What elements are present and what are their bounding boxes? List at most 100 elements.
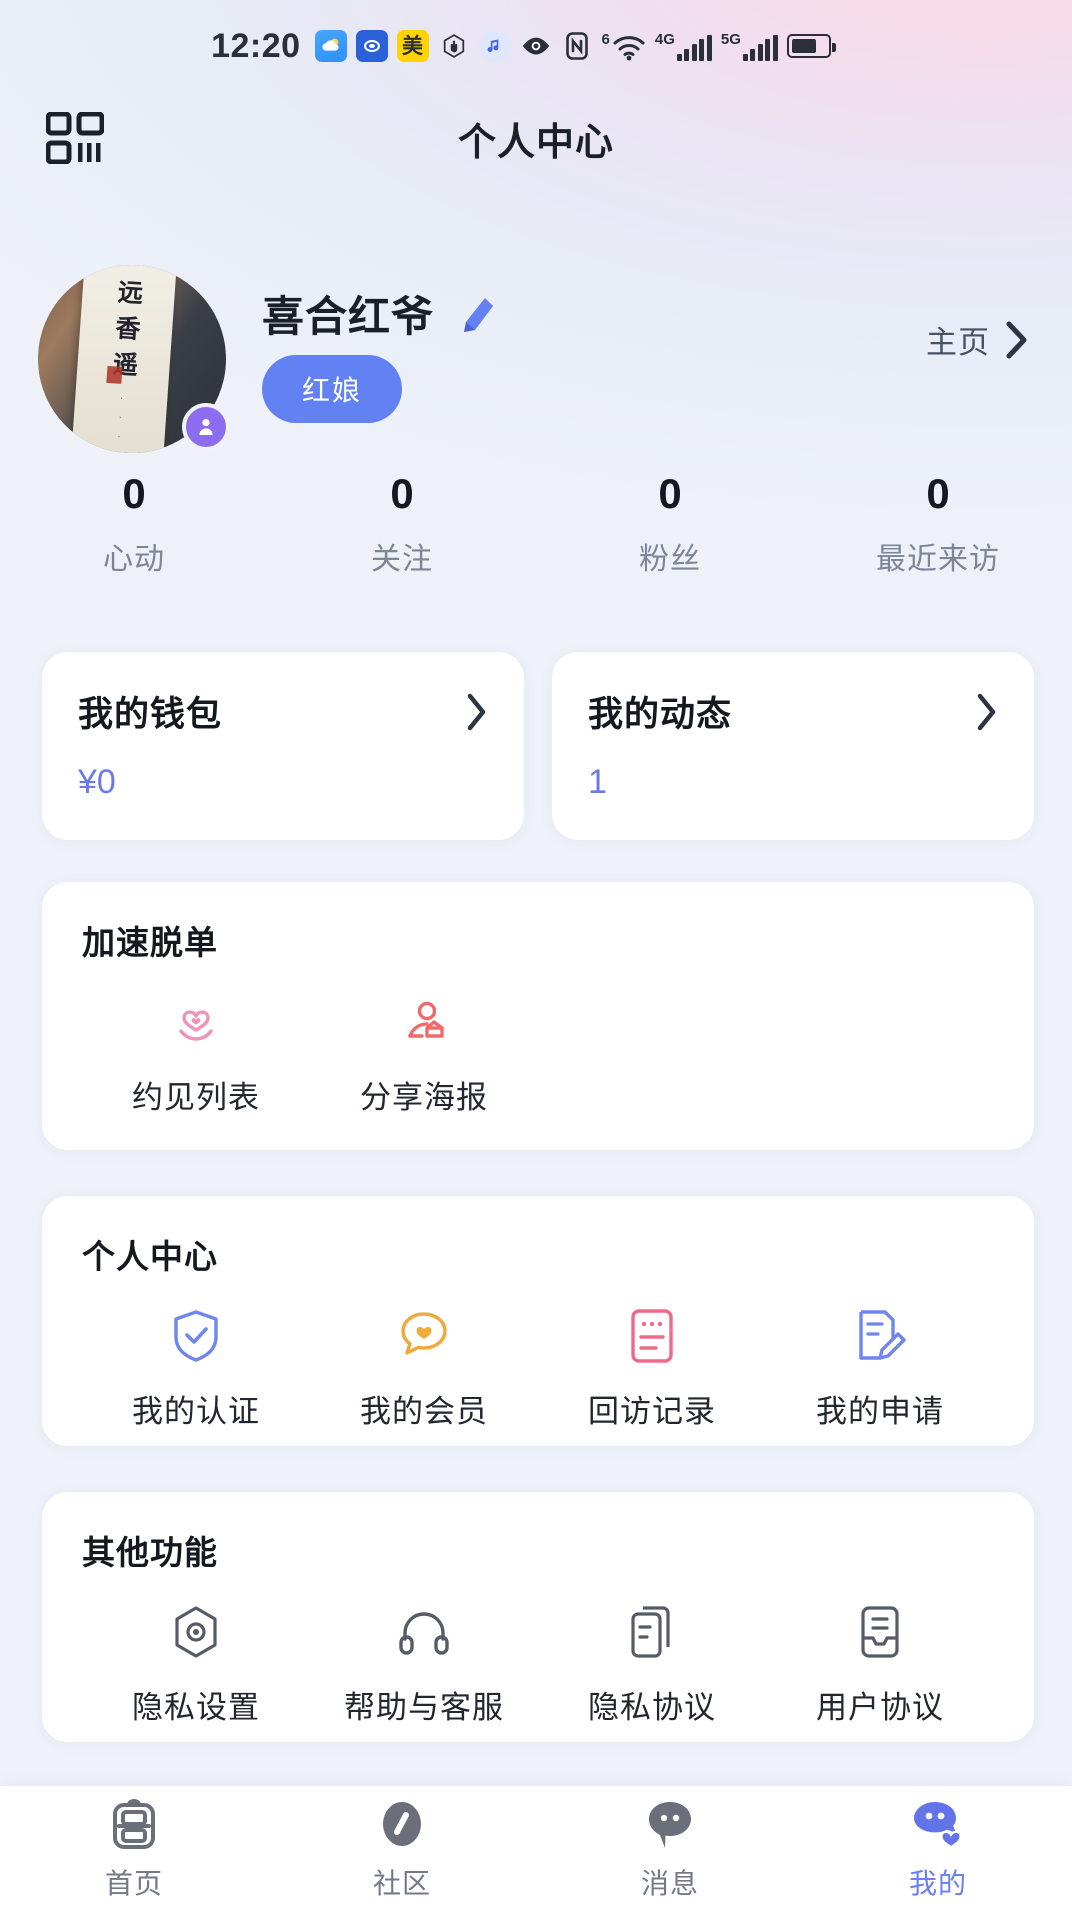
avatar[interactable]: 远香遥 · · · [38,265,230,453]
signal-5g-icon: 5G [721,32,778,61]
role-badge: 红娘 [262,355,403,423]
personal-center-grid: 我的认证 我的会员 回访记录 我的申请 [82,1308,994,1431]
status-bar: 12:20 美 6 4G 5G [0,0,1072,92]
stat-label: 粉丝 [639,543,701,577]
center-item-label: 我的会员 [360,1394,488,1429]
other-item-help-support[interactable]: 帮助与客服 [310,1604,538,1727]
center-item-visit-records[interactable]: 回访记录 [538,1308,766,1431]
tab-label: 我的 [908,1868,967,1899]
agreement-inbox-icon [852,1604,908,1660]
stat-label: 心动 [103,543,165,577]
stats-row: 0 心动 0 关注 0 粉丝 0 最近来访 [0,470,1072,578]
boost-item-label: 分享海报 [360,1080,488,1115]
battery-icon [786,34,836,58]
nav-bar: 个人中心 [0,92,1072,184]
tab-label: 首页 [104,1868,163,1899]
homepage-link[interactable]: 主页 [926,317,1030,362]
signal-4g-icon: 4G [655,32,712,61]
stat-value: 0 [658,470,682,517]
other-item-user-agreement[interactable]: 用户协议 [766,1604,994,1727]
stat-label: 最近来访 [876,543,1000,577]
center-item-my-membership[interactable]: 我的会员 [310,1308,538,1431]
stat-item-following[interactable]: 0 关注 [268,470,536,578]
double-happiness-icon [103,1796,165,1854]
status-clock: 12:20 [211,26,301,65]
center-item-my-application[interactable]: 我的申请 [766,1308,994,1431]
stat-item-heartbeat[interactable]: 0 心动 [0,470,268,578]
moments-card-header: 我的动态 [588,686,998,737]
other-item-privacy-agreement[interactable]: 隐私协议 [538,1604,766,1727]
other-functions-section: 其他功能 隐私设置 帮助与客服 隐私协议 用户协议 [42,1492,1034,1742]
tab-community[interactable]: 社区 [268,1786,536,1912]
stat-item-fans[interactable]: 0 粉丝 [536,470,804,578]
documents-icon [624,1604,680,1660]
boost-section-title: 加速脱单 [82,924,218,961]
community-icon [371,1796,433,1854]
wallet-card[interactable]: 我的钱包 ¥0 [42,652,524,840]
stat-item-recent-visitors[interactable]: 0 最近来访 [804,470,1072,578]
profile-header: 远香遥 · · · 喜合红爷 红娘 主页 [0,265,1072,453]
wallet-title: 我的钱包 [78,695,223,734]
heart-chat-icon [396,1308,452,1364]
music-icon [478,30,511,62]
tab-messages[interactable]: 消息 [536,1786,804,1912]
center-item-label: 回访记录 [588,1394,716,1429]
boost-grid: 约见列表 分享海报 [82,994,994,1117]
avatar-scroll-card: 远香遥 · · · [70,265,178,453]
tab-label: 消息 [640,1868,699,1899]
page-title: 个人中心 [457,121,614,164]
nickname-row: 喜合红爷 [262,283,496,344]
chevron-right-icon [976,693,998,731]
center-item-label: 我的申请 [816,1394,944,1429]
shield-check-icon [168,1308,224,1364]
personal-center-section: 个人中心 我的认证 我的会员 回访记录 我的申请 [42,1196,1034,1446]
privacy-hexagon-icon [168,1604,224,1660]
other-functions-section-title: 其他功能 [82,1534,218,1571]
other-item-label: 帮助与客服 [344,1690,504,1725]
boost-item-label: 约见列表 [132,1080,260,1115]
avatar-subtext: · · · [113,396,126,445]
moments-count: 1 [588,763,607,801]
document-edit-icon [852,1308,908,1364]
other-item-label: 隐私协议 [588,1690,716,1725]
homepage-label: 主页 [926,325,990,360]
stat-value: 0 [926,470,950,517]
tab-home[interactable]: 首页 [0,1786,268,1912]
chevron-right-icon [466,693,488,731]
wallet-balance: ¥0 [78,763,116,801]
other-item-privacy-settings[interactable]: 隐私设置 [82,1604,310,1727]
boost-item-share-poster[interactable]: 分享海报 [310,994,538,1117]
other-functions-grid: 隐私设置 帮助与客服 隐私协议 用户协议 [82,1604,994,1727]
other-item-label: 用户协议 [816,1690,944,1725]
personal-center-section-title: 个人中心 [82,1238,218,1275]
other-item-label: 隐私设置 [132,1690,260,1725]
tab-profile[interactable]: 我的 [804,1786,1072,1912]
boost-item-meeting-list[interactable]: 约见列表 [82,994,310,1117]
weather-icon [314,30,347,62]
center-item-label: 我的认证 [132,1394,260,1429]
message-bubble-icon [639,1796,701,1854]
wallet-card-header: 我的钱包 [78,686,488,737]
heart-hands-icon [168,994,224,1050]
wifi-6-icon: 6 [602,32,646,61]
moments-card[interactable]: 我的动态 1 [552,652,1034,840]
pencil-edit-icon[interactable] [452,292,496,336]
eye-icon [520,30,552,62]
bottom-tab-bar: 首页 社区 消息 我的 [0,1786,1072,1912]
share-person-icon [396,994,452,1050]
alipay-icon [355,30,388,62]
profile-heart-icon [907,1796,969,1854]
stat-label: 关注 [371,543,433,577]
moments-title: 我的动态 [588,695,733,734]
avatar-seal [106,365,123,384]
tab-label: 社区 [372,1868,431,1899]
boost-section: 加速脱单 约见列表 分享海报 [42,882,1034,1150]
stat-value: 0 [390,470,414,517]
stat-value: 0 [122,470,146,517]
nickname: 喜合红爷 [262,293,435,340]
record-list-icon [624,1308,680,1364]
headset-icon [396,1604,452,1660]
nfc-icon [561,30,593,62]
center-item-my-certification[interactable]: 我的认证 [82,1308,310,1431]
meituan-icon: 美 [396,30,429,62]
